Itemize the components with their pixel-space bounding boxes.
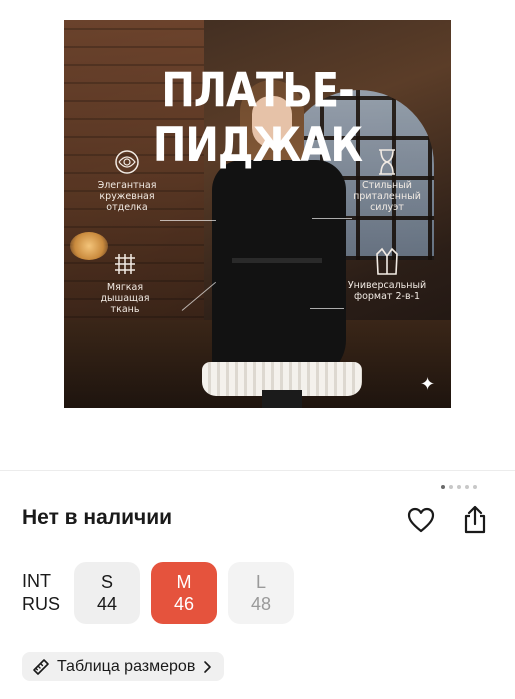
size-rus-label: 46 [173, 594, 195, 614]
feature-pointer-line [312, 218, 352, 219]
size-int-label: S [100, 572, 113, 592]
size-system-int: INT [22, 571, 51, 591]
belt [232, 258, 322, 263]
feature-2in1: Универсальный формат 2-в-1 [342, 246, 432, 302]
size-chart-label: Таблица размеров [57, 657, 196, 675]
lace-icon [115, 150, 139, 174]
product-photo[interactable]: ПЛАТЬЕ-ПИДЖАК Элегантная кружевная отдел… [64, 20, 451, 408]
blazer-icon [376, 247, 398, 275]
section-divider [0, 470, 515, 471]
carousel-dot [473, 485, 477, 489]
size-system-rus: RUS [22, 594, 61, 614]
chevron-right-icon [204, 660, 212, 673]
share-button[interactable] [459, 504, 491, 536]
size-rus-label: 48 [250, 594, 272, 614]
size-option-l-unavailable[interactable]: L 48 [228, 562, 294, 624]
ruler-icon [33, 658, 49, 675]
carousel-dot [465, 485, 469, 489]
heart-icon [407, 507, 435, 533]
hourglass-icon [379, 149, 395, 175]
size-int-label: M [176, 572, 192, 592]
model-legs [262, 390, 302, 408]
sparkle-icon: ✦ [420, 374, 436, 394]
product-gallery[interactable]: ПЛАТЬЕ-ПИДЖАК Элегантная кружевная отдел… [0, 0, 515, 470]
feature-pointer-line [160, 220, 216, 221]
size-rus-label: 44 [96, 594, 118, 614]
size-chart-button[interactable]: Таблица размеров [22, 652, 225, 681]
feature-pointer-line [310, 308, 344, 309]
favorite-button[interactable] [405, 504, 437, 536]
size-option-s[interactable]: S 44 [74, 562, 140, 624]
feature-silhouette: Стильный приталенный силуэт [347, 148, 427, 213]
carousel-dot [457, 485, 461, 489]
feature-lace-text: Элегантная кружевная отделка [97, 180, 157, 213]
fabric-grid-icon [115, 254, 135, 274]
size-option-m-selected[interactable]: M 46 [151, 562, 217, 624]
feature-fabric: Мягкая дышащая ткань [96, 250, 154, 315]
feature-fabric-text: Мягкая дышащая ткань [100, 282, 150, 315]
size-int-label: L [255, 572, 266, 592]
carousel-indicator [441, 485, 477, 491]
carousel-dot [449, 485, 453, 489]
feature-lace: Элегантная кружевная отделка [94, 148, 160, 213]
carousel-dot [441, 485, 445, 489]
size-system-labels: INT RUS [22, 570, 60, 616]
blazer-dress [212, 160, 346, 380]
feature-2in1-text: Универсальный формат 2-в-1 [347, 280, 427, 302]
availability-status: Нет в наличии [22, 506, 173, 529]
share-icon [464, 505, 486, 534]
feature-silhouette-text: Стильный приталенный силуэт [353, 180, 421, 213]
